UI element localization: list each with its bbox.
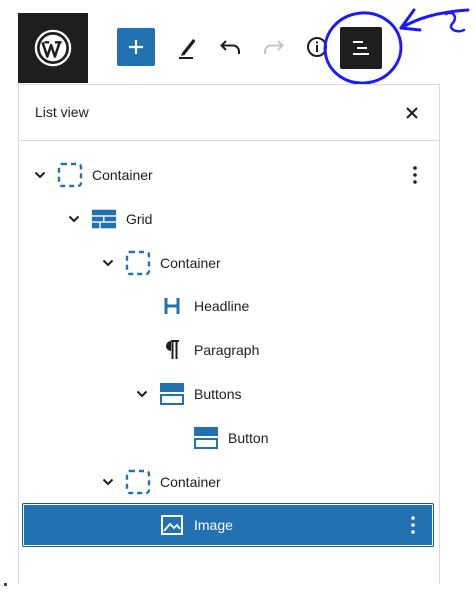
list-view-item-label: Container [160, 254, 221, 271]
list-view-item-grid[interactable]: Grid [23, 197, 435, 241]
list-view-icon [353, 41, 369, 55]
corner-mark [4, 583, 7, 586]
list-view-item-label: Buttons [194, 386, 242, 402]
add-block-button[interactable] [117, 28, 155, 66]
chevron-down-icon[interactable] [135, 387, 149, 401]
container-icon [125, 250, 151, 276]
list-view-item-headline[interactable]: Headline [23, 284, 435, 328]
wordpress-icon [34, 29, 72, 67]
info-icon [307, 37, 327, 57]
list-view-item-label: Container [92, 167, 153, 183]
list-view-item-paragraph[interactable]: Paragraph [23, 328, 435, 372]
list-view-panel: List view Container Grid Container Headline… [18, 84, 440, 584]
editor-toolbar [0, 0, 440, 84]
close-icon [406, 107, 418, 119]
list-view-item-label: Button [228, 429, 269, 446]
wordpress-logo[interactable] [18, 13, 88, 83]
chevron-down-icon[interactable] [33, 168, 47, 182]
list-view-item-label: Headline [194, 298, 250, 315]
list-view-item-image[interactable]: Image [22, 503, 434, 548]
undo-button[interactable] [216, 30, 246, 64]
image-icon [159, 512, 185, 538]
tools-button[interactable] [172, 30, 202, 64]
panel-header: List view [19, 85, 439, 141]
chevron-down-icon[interactable] [67, 212, 81, 226]
chevron-down-icon[interactable] [101, 256, 115, 270]
details-button[interactable] [302, 30, 332, 64]
pen-icon [179, 39, 196, 59]
buttons-icon [159, 381, 185, 407]
close-button[interactable] [401, 102, 423, 124]
panel-title: List view [35, 104, 89, 120]
button-icon [193, 425, 219, 451]
list-view-item-label: Image [194, 517, 233, 534]
list-view-button[interactable] [340, 27, 382, 69]
list-view-item-button[interactable]: Button [23, 416, 435, 460]
list-view-item-container[interactable]: Container [23, 241, 435, 285]
redo-icon [264, 40, 284, 54]
container-icon [57, 162, 83, 188]
paragraph-icon [159, 337, 185, 363]
list-view-item-label: Container [160, 473, 221, 490]
redo-button[interactable] [258, 30, 288, 64]
list-view-item-buttons[interactable]: Buttons [23, 372, 435, 416]
headline-icon [159, 293, 185, 319]
list-view-item-container[interactable]: Container [23, 460, 435, 504]
undo-icon [220, 40, 240, 54]
plus-icon [129, 40, 143, 54]
container-icon [125, 469, 151, 495]
list-view-item-label: Paragraph [194, 342, 260, 359]
grid-icon [91, 206, 117, 232]
more-options-icon[interactable] [407, 162, 423, 188]
list-view-item-label: Grid [126, 210, 153, 227]
more-options-icon[interactable] [405, 512, 421, 538]
list-view-item-container[interactable]: Container [23, 153, 435, 197]
chevron-down-icon[interactable] [101, 475, 115, 489]
